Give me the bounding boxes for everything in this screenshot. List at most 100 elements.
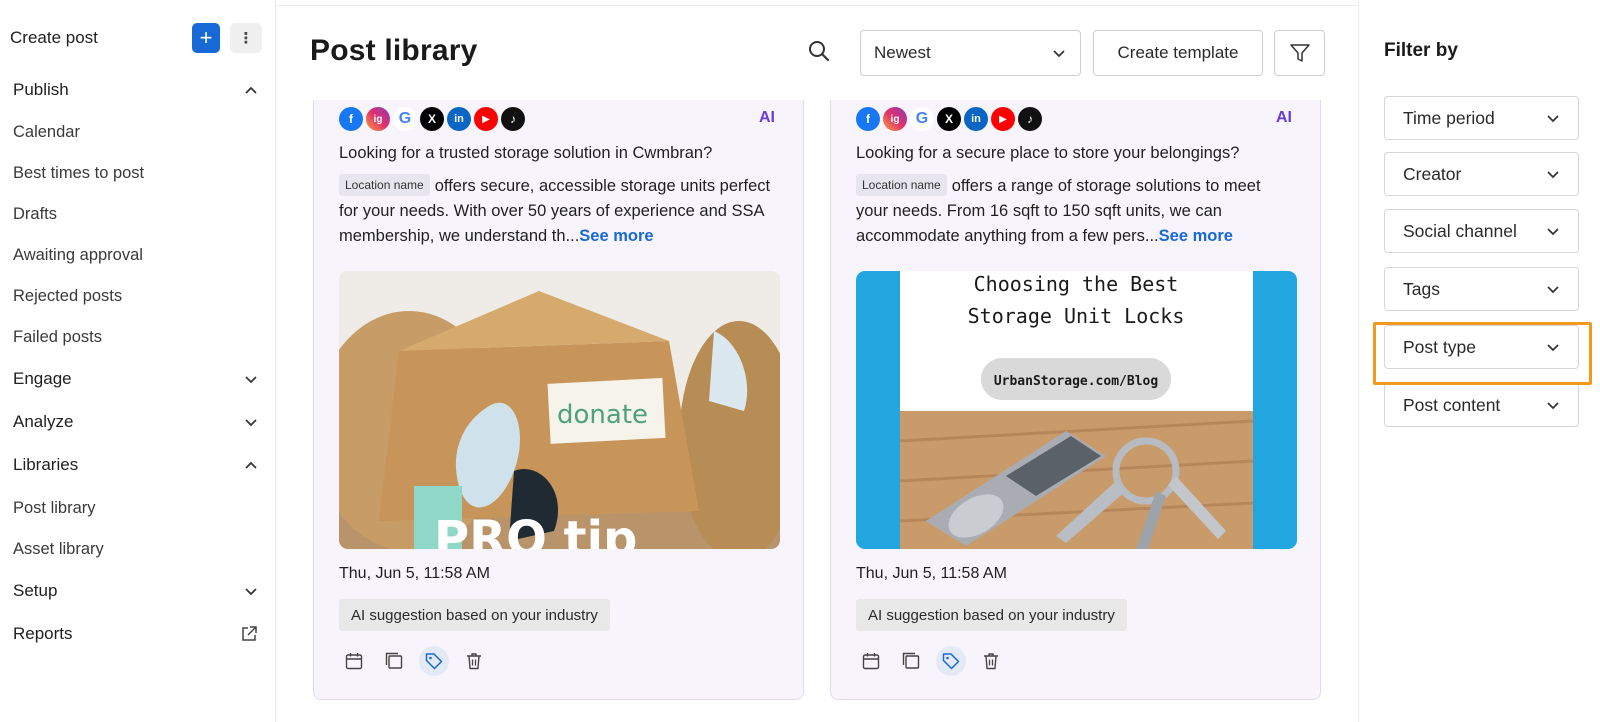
nav-section-label: Reports [13, 624, 73, 643]
instagram-icon: ig [883, 107, 907, 131]
filter-social-channel[interactable]: Social channel [1384, 209, 1579, 253]
nav-section-label: Setup [13, 581, 58, 600]
location-tag: Location name [339, 174, 430, 196]
youtube-icon: ▶ [474, 107, 498, 131]
create-post-row: Create post + ⋮ [10, 22, 262, 54]
create-post-button[interactable]: + [192, 23, 220, 53]
nav-section-analyze[interactable]: Analyze [13, 412, 258, 432]
filter-time-period[interactable]: Time period [1384, 96, 1579, 140]
create-post-label[interactable]: Create post [10, 28, 192, 48]
chevron-down-icon [1547, 228, 1559, 236]
delete-button[interactable] [976, 646, 1006, 676]
post-date: Thu, Jun 5, 11:58 AM [339, 565, 490, 582]
post-image-graphic: donate PRO tip [339, 271, 780, 549]
filter-toggle-button[interactable] [1274, 30, 1325, 76]
sidebar-item-asset-library[interactable]: Asset library [13, 540, 104, 559]
youtube-icon: ▶ [991, 107, 1015, 131]
create-template-button[interactable]: Create template [1093, 30, 1263, 76]
nav-section-engage[interactable]: Engage [13, 369, 258, 389]
chevron-down-icon [245, 376, 257, 384]
schedule-button[interactable] [856, 646, 886, 676]
post-image-box-label: donate [557, 400, 648, 430]
post-text-line1: Looking for a secure place to store your… [856, 144, 1240, 162]
nav-section-libraries[interactable]: Libraries [13, 455, 258, 475]
facebook-icon: f [856, 107, 880, 131]
duplicate-button[interactable] [379, 646, 409, 676]
chevron-up-icon [245, 461, 257, 469]
trash-icon [467, 653, 481, 670]
sidebar-item-calendar[interactable]: Calendar [13, 123, 80, 142]
nav-section-reports[interactable]: Reports [13, 624, 258, 644]
post-image-graphic: Choosing the Best Storage Unit Locks Urb… [856, 271, 1297, 549]
sort-select-value: Newest [874, 43, 931, 62]
sidebar-item-rejected-posts[interactable]: Rejected posts [13, 287, 122, 306]
chevron-down-icon [1547, 286, 1559, 294]
sort-select[interactable]: Newest [860, 30, 1081, 76]
filter-label: Social channel [1403, 220, 1517, 241]
filter-label: Tags [1403, 278, 1440, 299]
tag-button[interactable] [419, 646, 449, 676]
sidebar-item-best-times[interactable]: Best times to post [13, 164, 144, 183]
filter-icon [1289, 44, 1310, 62]
post-text: Looking for a secure place to store your… [856, 141, 1296, 249]
see-more-link[interactable]: See more [1159, 227, 1233, 245]
linkedin-icon: in [964, 107, 988, 131]
ai-suggestion-badge: AI suggestion based on your industry [856, 599, 1127, 631]
tag-icon [425, 653, 443, 670]
tag-icon [942, 653, 960, 670]
trash-icon [984, 653, 998, 670]
post-text-line1: Looking for a trusted storage solution i… [339, 144, 713, 162]
instagram-icon: ig [366, 107, 390, 131]
post-image[interactable]: Choosing the Best Storage Unit Locks Urb… [856, 271, 1297, 549]
chevron-up-icon [245, 86, 257, 94]
post-image-title-2: Storage Unit Locks [968, 304, 1185, 328]
filter-label: Creator [1403, 163, 1462, 184]
schedule-button[interactable] [339, 646, 369, 676]
social-channels: f ig G X in ▶ ♪ [339, 107, 525, 131]
tag-button[interactable] [936, 646, 966, 676]
chevron-down-icon [1547, 115, 1559, 123]
filter-post-content[interactable]: Post content [1384, 383, 1579, 427]
page-header: Post library Newest Create template [276, 6, 1358, 100]
google-icon: G [910, 107, 934, 131]
page-title: Post library [310, 34, 478, 67]
sidebar-item-drafts[interactable]: Drafts [13, 205, 57, 224]
facebook-icon: f [339, 107, 363, 131]
post-image-url: UrbanStorage.com/Blog [994, 374, 1158, 389]
search-icon[interactable] [806, 38, 832, 64]
chevron-down-icon [1053, 50, 1065, 58]
nav-section-publish[interactable]: Publish [13, 80, 258, 100]
copy-icon [385, 652, 403, 669]
x-twitter-icon: X [937, 107, 961, 131]
post-image-caption: PRO tip [434, 511, 637, 549]
calendar-icon [345, 653, 363, 670]
filter-title: Filter by [1384, 40, 1458, 61]
filter-creator[interactable]: Creator [1384, 152, 1579, 196]
sidebar: Create post + ⋮ Publish Calendar Best ti… [0, 0, 276, 722]
post-actions [856, 646, 1006, 676]
chevron-down-icon [245, 419, 257, 427]
ai-badge: AI [759, 109, 775, 126]
tiktok-icon: ♪ [1018, 107, 1042, 131]
ai-badge: AI [1276, 109, 1292, 126]
post-text: Looking for a trusted storage solution i… [339, 141, 779, 249]
sidebar-item-failed-posts[interactable]: Failed posts [13, 328, 102, 347]
post-card[interactable]: f ig G X in ▶ ♪ AI Looking for a secure … [830, 100, 1321, 700]
filter-label: Time period [1403, 107, 1495, 128]
duplicate-button[interactable] [896, 646, 926, 676]
sidebar-item-post-library[interactable]: Post library [13, 499, 96, 518]
calendar-icon [862, 653, 880, 670]
sidebar-item-awaiting-approval[interactable]: Awaiting approval [13, 246, 143, 265]
external-link-icon [242, 626, 257, 641]
nav-section-label: Libraries [13, 455, 79, 474]
nav-section-setup[interactable]: Setup [13, 581, 258, 601]
filter-tags[interactable]: Tags [1384, 267, 1579, 311]
more-options-button[interactable]: ⋮ [230, 23, 262, 53]
post-card[interactable]: f ig G X in ▶ ♪ AI Looking for a trusted… [313, 100, 804, 700]
post-image[interactable]: donate PRO tip [339, 271, 780, 549]
see-more-link[interactable]: See more [579, 227, 653, 245]
social-channels: f ig G X in ▶ ♪ [856, 107, 1042, 131]
tiktok-icon: ♪ [501, 107, 525, 131]
delete-button[interactable] [459, 646, 489, 676]
location-tag: Location name [856, 174, 947, 196]
